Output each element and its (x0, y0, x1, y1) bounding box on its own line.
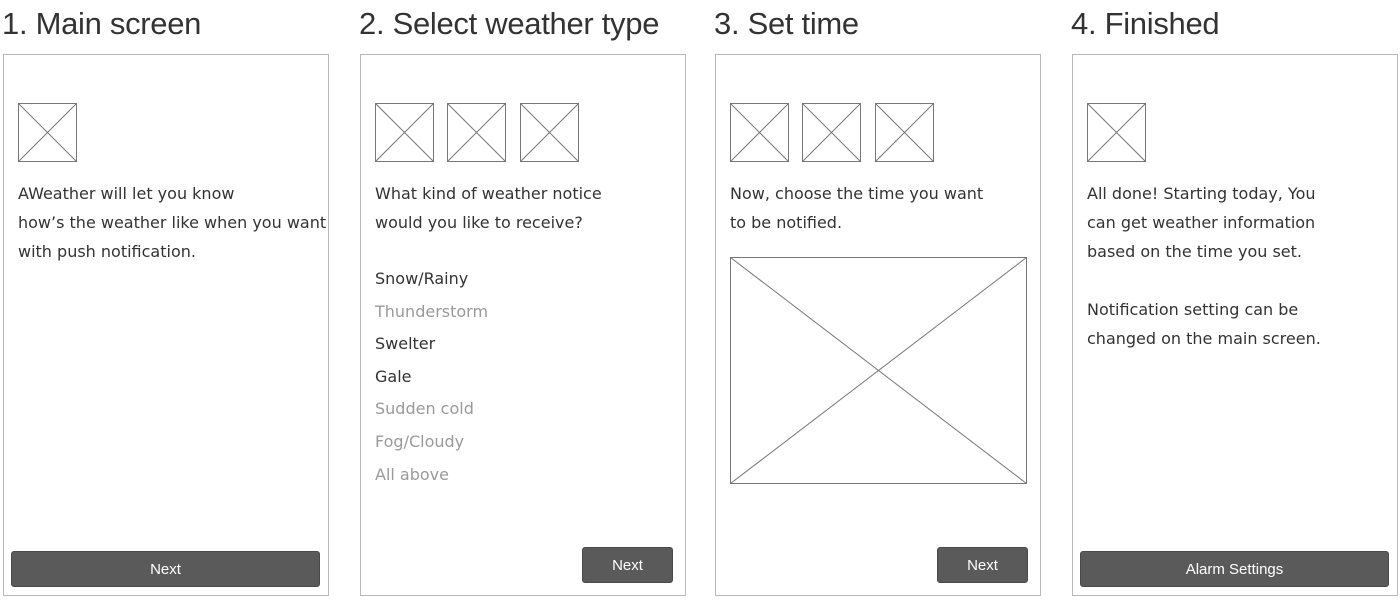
completion-text-line: based on the time you set. (1087, 242, 1302, 261)
step-panel-main-screen: AWeather will let you know how’s the wea… (3, 54, 329, 596)
weather-option-fog-cloudy[interactable]: Fog/Cloudy (375, 426, 488, 459)
completion-text-spacer (1087, 266, 1321, 295)
image-placeholder-icon (875, 103, 934, 162)
image-placeholder-icon (730, 103, 789, 162)
image-placeholder-icon (375, 103, 434, 162)
step-panel-set-time: Now, choose the time you want to be noti… (715, 54, 1041, 596)
completion-text-line: All done! Starting today, You (1087, 184, 1316, 203)
image-placeholder-icon (18, 103, 77, 162)
completion-text-line: can get weather information (1087, 213, 1316, 232)
weather-type-options: Snow/Rainy Thunderstorm Swelter Gale Sud… (375, 263, 488, 491)
step-title-select-weather-type: 2. Select weather type (359, 6, 660, 41)
step-title-finished: 4. Finished (1071, 6, 1220, 41)
intro-text-line: AWeather will let you know (18, 184, 235, 203)
completion-text-line: changed on the main screen. (1087, 329, 1321, 348)
time-picker-placeholder-icon[interactable] (730, 257, 1027, 484)
weather-option-snow-rainy[interactable]: Snow/Rainy (375, 263, 488, 296)
intro-text: AWeather will let you know how’s the wea… (18, 179, 326, 266)
instruction-text-line: Now, choose the time you want (730, 184, 984, 203)
weather-option-swelter[interactable]: Swelter (375, 328, 488, 361)
weather-question-text: What kind of weather notice would you li… (375, 179, 602, 237)
question-text-line: would you like to receive? (375, 213, 583, 232)
weather-option-sudden-cold[interactable]: Sudden cold (375, 393, 488, 426)
instruction-text-line: to be notified. (730, 213, 843, 232)
step-panel-finished: All done! Starting today, You can get we… (1072, 54, 1398, 596)
next-button[interactable]: Next (582, 547, 673, 583)
image-placeholder-icon (447, 103, 506, 162)
intro-text-line: how’s the weather like when you want (18, 213, 327, 232)
weather-option-all-above[interactable]: All above (375, 459, 488, 492)
completion-text-line: Notification setting can be (1087, 300, 1299, 319)
weather-option-gale[interactable]: Gale (375, 361, 488, 394)
next-button[interactable]: Next (11, 551, 320, 587)
step-title-set-time: 3. Set time (714, 6, 859, 41)
next-button[interactable]: Next (937, 547, 1028, 583)
weather-option-thunderstorm[interactable]: Thunderstorm (375, 296, 488, 329)
question-text-line: What kind of weather notice (375, 184, 602, 203)
alarm-settings-button[interactable]: Alarm Settings (1080, 551, 1389, 587)
image-placeholder-icon (802, 103, 861, 162)
step-panel-select-weather-type: What kind of weather notice would you li… (360, 54, 686, 596)
image-placeholder-icon (1087, 103, 1146, 162)
image-placeholder-icon (520, 103, 579, 162)
time-instruction-text: Now, choose the time you want to be noti… (730, 179, 983, 237)
completion-text: All done! Starting today, You can get we… (1087, 179, 1321, 353)
intro-text-line: with push notification. (18, 242, 196, 261)
step-title-main-screen: 1. Main screen (2, 6, 202, 41)
